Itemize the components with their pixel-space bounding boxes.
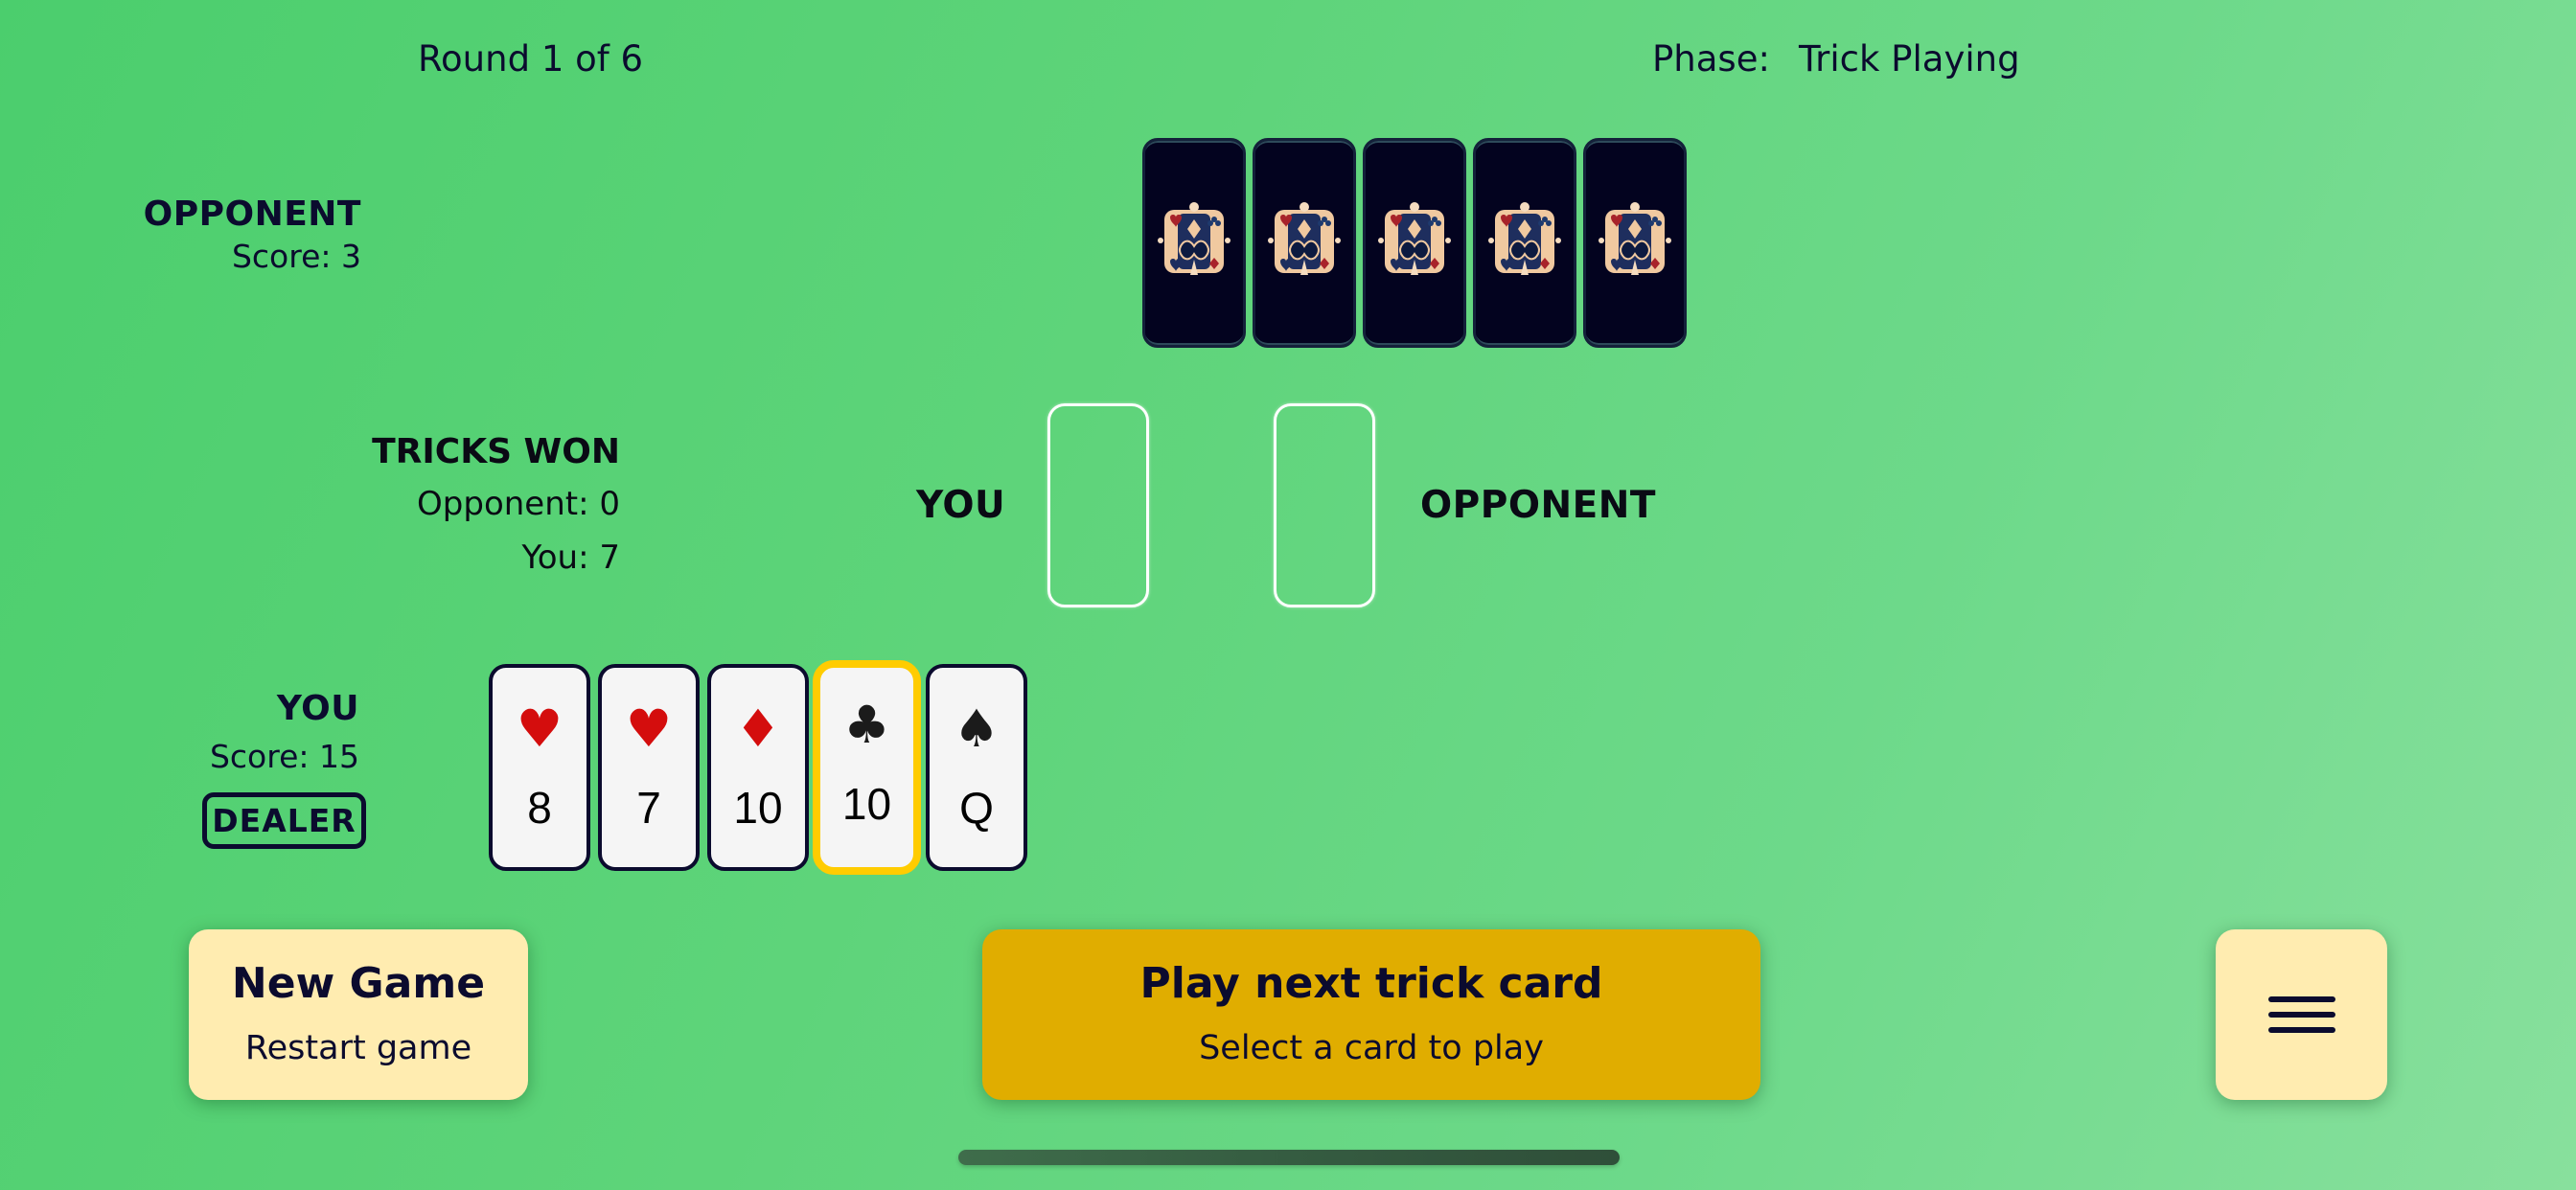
trick-slot-you [1047,403,1149,607]
tricks-won-opponent: Opponent: 0 [417,485,620,523]
card-back-emblem-icon [1598,200,1672,286]
hand-card-hearts-8[interactable]: ♥ 8 [489,664,590,871]
hand-card-diamonds-10[interactable]: ♦ 10 [707,664,809,871]
opponent-name: OPPONENT [143,195,361,234]
clubs-suit-icon: ♣ [843,695,890,755]
opponent-card-back [1583,138,1687,348]
trick-opponent-label: OPPONENT [1420,484,1656,527]
play-trick-title: Play next trick card [1139,959,1603,1008]
opponent-score: Score: 3 [231,238,361,275]
home-indicator[interactable] [958,1150,1620,1165]
spades-suit-icon: ♠ [953,698,1000,759]
card-rank: 7 [636,783,661,833]
card-rank: 8 [527,783,552,833]
play-trick-button[interactable]: Play next trick card Select a card to pl… [982,929,1760,1100]
opponent-card-back [1142,138,1246,348]
hearts-suit-icon: ♥ [625,698,673,759]
new-game-subtitle: Restart game [244,1029,472,1067]
opponent-info: OPPONENT Score: 3 [144,194,361,278]
hand-card-hearts-7[interactable]: ♥ 7 [598,664,700,871]
player-score: Score: 15 [209,738,359,775]
opponent-card-back [1473,138,1576,348]
trick-slot-opponent [1274,403,1375,607]
new-game-button[interactable]: New Game Restart game [189,929,528,1100]
card-back-emblem-icon [1157,200,1231,286]
card-back-emblem-icon [1487,200,1562,286]
hearts-suit-icon: ♥ [516,698,564,759]
tricks-won-you: You: 7 [521,538,621,577]
hamburger-menu-icon [2267,987,2335,1042]
opponent-card-back [1253,138,1356,348]
card-back-emblem-icon [1267,200,1342,286]
player-info: YOU Score: 15 [210,688,359,778]
new-game-title: New Game [231,959,486,1008]
trick-you-label: YOU [916,484,1006,527]
player-name: YOU [276,689,359,728]
card-rank: 10 [841,779,892,829]
menu-button[interactable] [2216,929,2387,1100]
card-rank: Q [959,783,994,833]
tricks-won-panel: TRICKS WON Opponent: 0 You: 7 [372,431,620,579]
dealer-badge: DEALER [202,792,366,849]
opponent-card-back [1363,138,1466,348]
phase-label: Phase: [1652,38,1770,80]
card-rank: 10 [733,783,783,833]
round-indicator: Round 1 of 6 [418,38,644,80]
hand-card-clubs-10[interactable]: ♣ 10 [813,660,921,875]
card-back-emblem-icon [1377,200,1452,286]
diamonds-suit-icon: ♦ [734,698,782,759]
tricks-won-title: TRICKS WON [372,432,620,471]
hand-card-spades-q[interactable]: ♠ Q [926,664,1027,871]
phase-value: Trick Playing [1799,38,2020,80]
play-trick-subtitle: Select a card to play [1199,1029,1544,1067]
